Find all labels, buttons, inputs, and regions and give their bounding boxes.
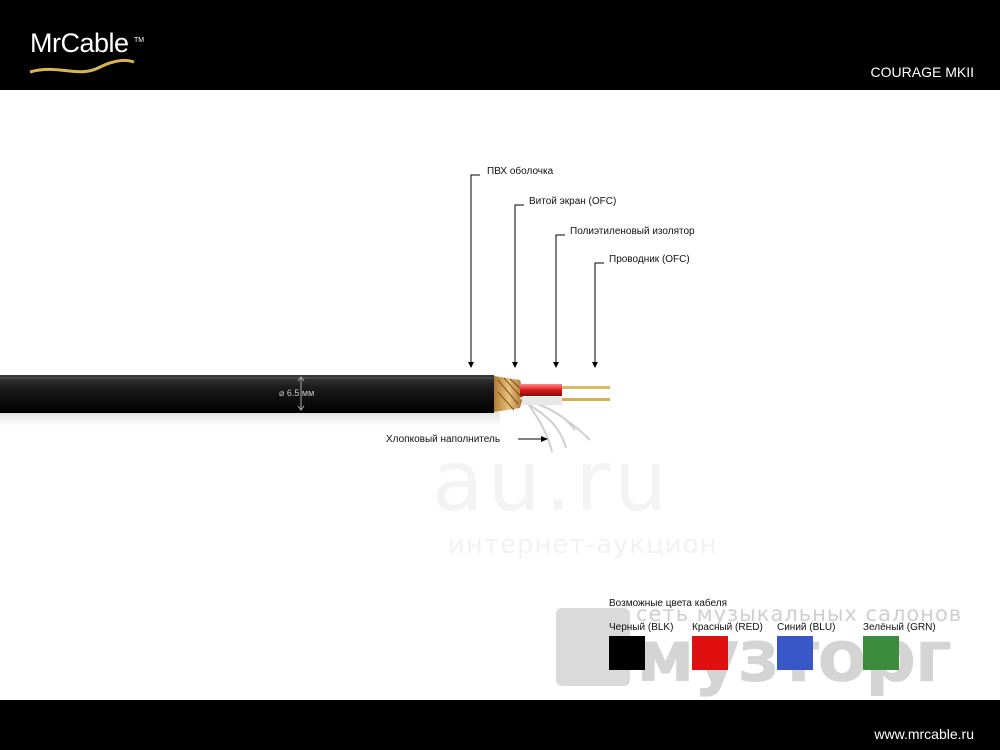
ofc-conductor [562, 386, 610, 389]
colors-title: Возможные цвета кабеля [609, 598, 727, 609]
color-label-green: Зелёный (GRN) [863, 622, 936, 633]
callout-braided-shield: Витой экран (OFC) [529, 196, 617, 207]
color-swatch-blue [777, 636, 813, 670]
callout-cotton-filler: Хлопковый наполнитель [386, 434, 501, 445]
color-label-black: Черный (BLK) [609, 622, 674, 633]
callout-pe-insulator: Полиэтиленовый изолятор [570, 226, 695, 237]
cotton-filler [519, 397, 591, 453]
footer-bar [0, 700, 1000, 750]
callout-pvc-jacket: ПВХ оболочка [487, 166, 554, 177]
color-swatch-red [692, 636, 728, 670]
color-label-red: Красный (RED) [692, 622, 763, 633]
color-swatch-black [609, 636, 645, 670]
color-label-blue: Синий (BLU) [777, 622, 836, 633]
pvc-jacket [0, 375, 494, 413]
diameter-label: ⌀ 6.5 мм [279, 388, 315, 398]
callout-ofc-conductor: Проводник (OFC) [609, 254, 690, 265]
color-swatch-green [863, 636, 899, 670]
cable-diagram [0, 174, 610, 453]
braided-shield [494, 376, 524, 412]
pe-insulator [520, 384, 562, 396]
website-link[interactable]: www.mrcable.ru [874, 726, 974, 742]
